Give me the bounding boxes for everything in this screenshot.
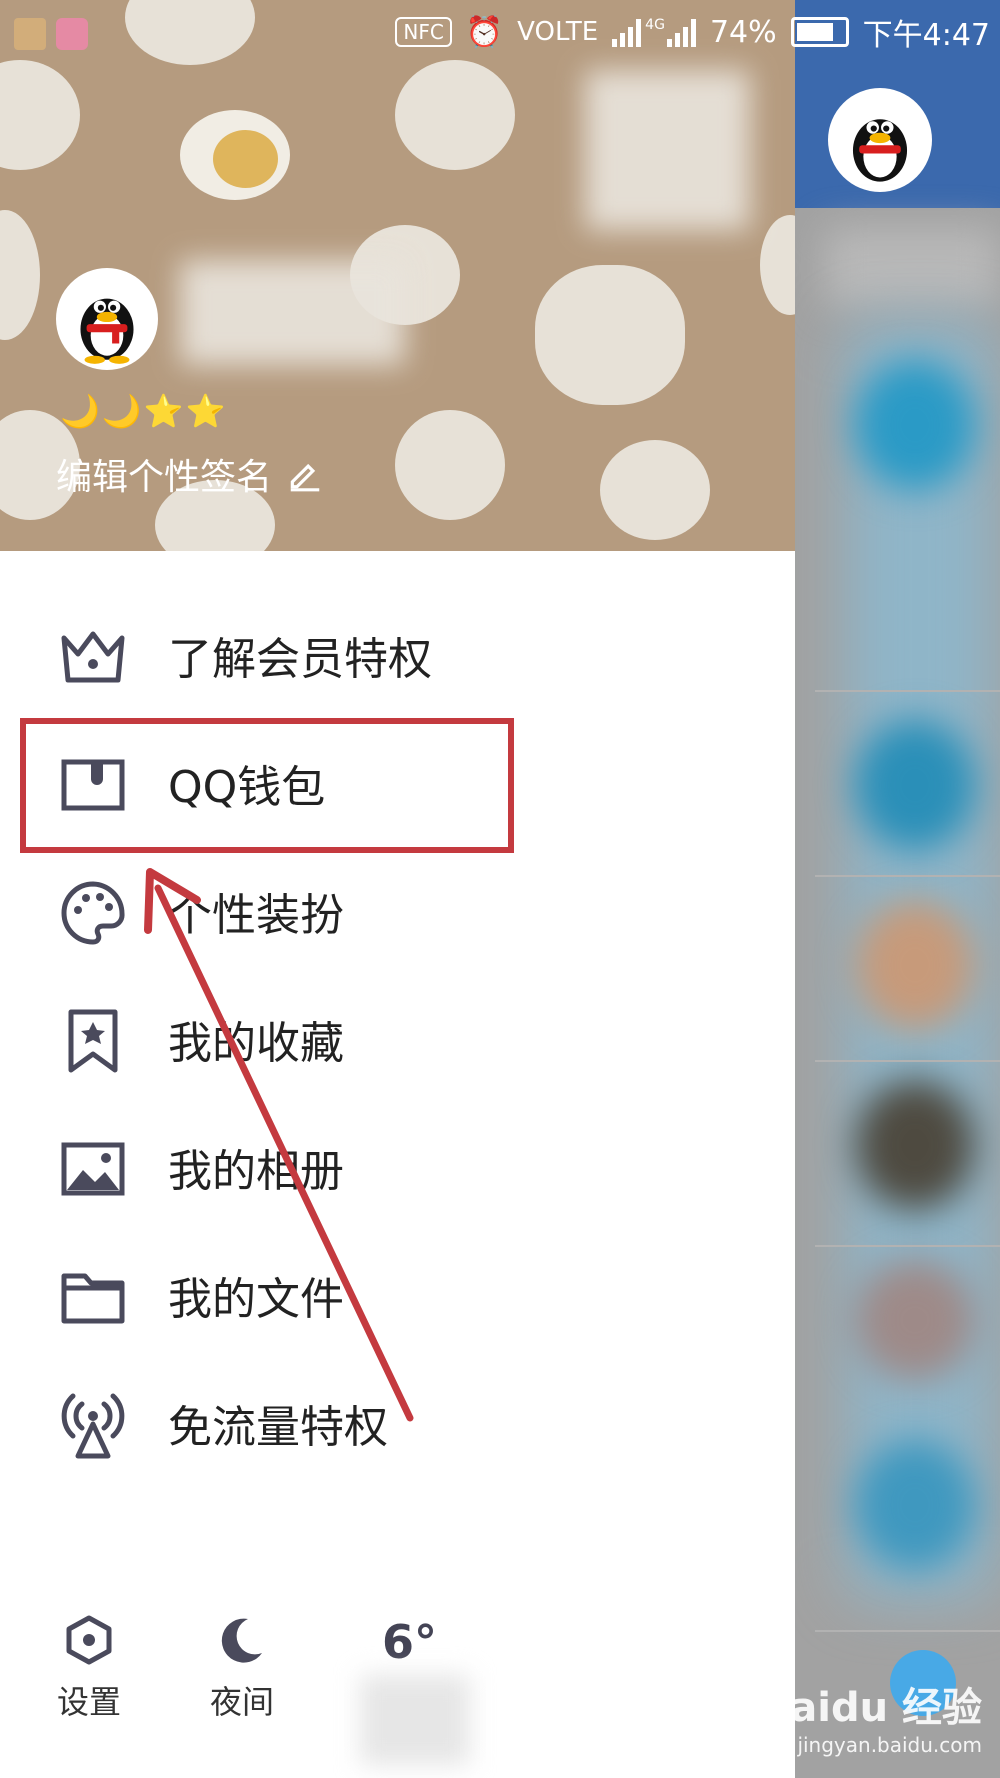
nfc-indicator: NFC [395, 17, 452, 47]
annotation-arrow [144, 868, 414, 1422]
signal-4g-tag: 4G [645, 17, 665, 33]
watermark-brand: Baidu 经验 [759, 1685, 982, 1731]
watermark-url: jingyan.baidu.com [797, 1733, 982, 1757]
baidu-watermark: Baidu 经验 jingyan.baidu.com [760, 1675, 982, 1757]
clock: 下午4:47 [862, 18, 990, 53]
signal-icon [612, 17, 642, 47]
status-bar: NFC ⏰ VOLTE 4G 74% 下午4:47 [0, 0, 1000, 72]
battery-icon [790, 17, 849, 47]
network-type: VOLTE [517, 17, 599, 47]
shield-notification-icon [14, 18, 46, 50]
app-notification-icon [56, 18, 88, 50]
battery-percent: 74% [709, 14, 777, 50]
signal-4g-icon [666, 17, 696, 47]
alarm-icon: ⏰ [465, 14, 504, 50]
